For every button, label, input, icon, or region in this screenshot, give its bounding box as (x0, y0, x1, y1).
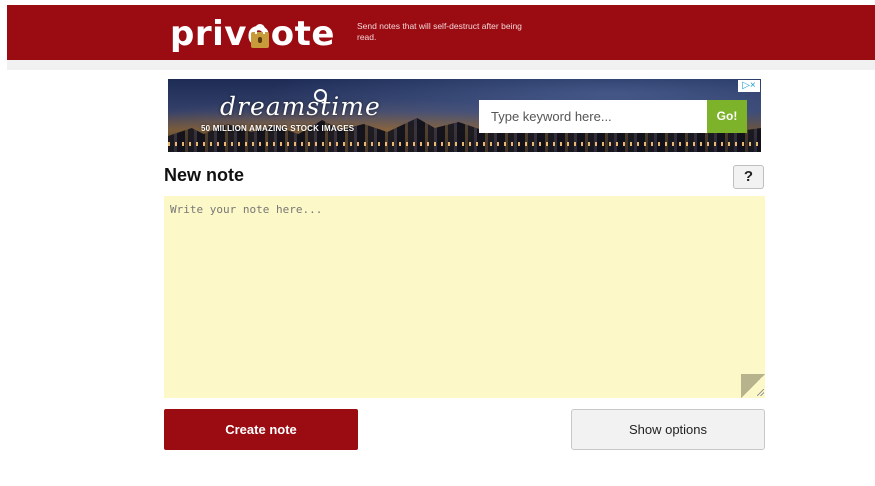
header-divider (7, 60, 875, 70)
page-title: New note (164, 165, 245, 185)
ad-city-lights (168, 142, 761, 146)
help-button[interactable]: ? (733, 165, 764, 189)
privnote-logo[interactable]: privoote (170, 12, 335, 56)
swirl-icon (314, 89, 327, 102)
logo-lock-letter: o (247, 12, 271, 56)
ad-banner[interactable]: dreamstime 50 MILLION AMAZING STOCK IMAG… (168, 79, 761, 152)
site-header: privoote Send notes that will self-destr… (7, 5, 875, 60)
ad-search-input[interactable] (479, 100, 707, 133)
header-tagline: Send notes that will self-destruct after… (357, 21, 522, 42)
resize-handle-icon[interactable] (757, 389, 764, 396)
ad-brand-logo: dreamstime (220, 92, 381, 121)
ad-go-button[interactable]: Go! (707, 100, 747, 133)
note-textarea[interactable] (164, 196, 765, 398)
ad-tagline: 50 MILLION AMAZING STOCK IMAGES (201, 124, 355, 133)
create-note-button[interactable]: Create note (164, 409, 358, 450)
ad-choices-icon[interactable]: ▷× (738, 80, 760, 92)
padlock-icon (250, 24, 269, 48)
logo-text-end: ote (270, 14, 335, 54)
show-options-button[interactable]: Show options (571, 409, 765, 450)
logo-text-start: priv (170, 14, 247, 54)
